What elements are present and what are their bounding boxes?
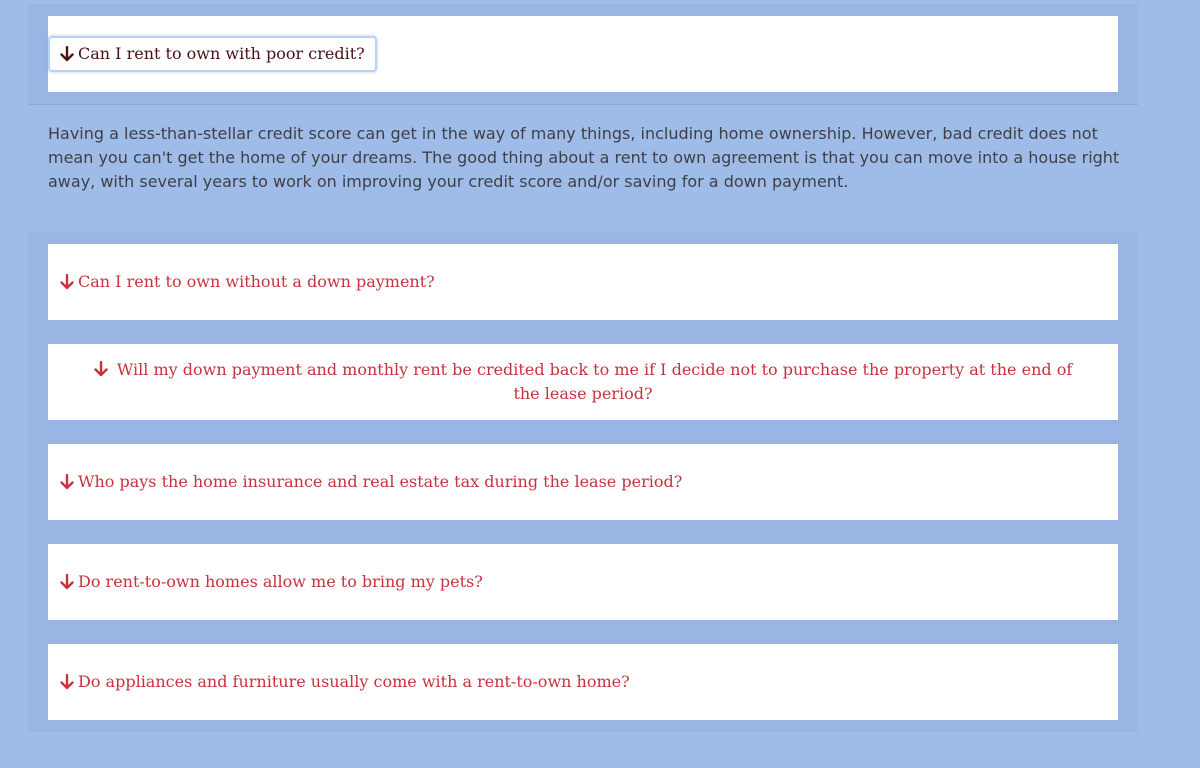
faq-collapsed-group: Can I rent to own without a down payment… xyxy=(28,232,1138,732)
faq-question-toggle-down-payment[interactable]: Can I rent to own without a down payment… xyxy=(60,270,435,294)
faq-question-card: Will my down payment and monthly rent be… xyxy=(48,344,1118,420)
arrow-down-icon xyxy=(60,574,74,590)
faq-question-toggle-credit[interactable]: Can I rent to own with poor credit? xyxy=(48,36,377,72)
faq-question-label: Who pays the home insurance and real est… xyxy=(78,472,683,491)
faq-open-group: Can I rent to own with poor credit? xyxy=(28,4,1138,105)
faq-question-label: Can I rent to own without a down payment… xyxy=(78,272,435,291)
faq-question-toggle-appliances[interactable]: Do appliances and furniture usually come… xyxy=(60,670,630,694)
faq-question-card: Do rent-to-own homes allow me to bring m… xyxy=(48,544,1118,620)
faq-question-toggle-pets[interactable]: Do rent-to-own homes allow me to bring m… xyxy=(60,570,483,594)
faq-question-label: Can I rent to own with poor credit? xyxy=(78,44,365,63)
faq-question-label: Do rent-to-own homes allow me to bring m… xyxy=(78,572,483,591)
arrow-down-icon xyxy=(60,274,74,290)
faq-question-label: Will my down payment and monthly rent be… xyxy=(116,360,1073,403)
arrow-down-icon xyxy=(60,46,74,62)
arrow-down-icon xyxy=(60,474,74,490)
faq-question-toggle-insurance-tax[interactable]: Who pays the home insurance and real est… xyxy=(60,470,682,494)
faq-question-card: Can I rent to own without a down payment… xyxy=(48,244,1118,320)
faq-question-card: Who pays the home insurance and real est… xyxy=(48,444,1118,520)
arrow-down-icon xyxy=(60,674,74,690)
arrow-down-icon xyxy=(94,361,108,377)
faq-question-label: Do appliances and furniture usually come… xyxy=(78,672,630,691)
faq-question-card: Do appliances and furniture usually come… xyxy=(48,644,1118,720)
faq-answer-text: Having a less-than-stellar credit score … xyxy=(48,124,1120,191)
faq-question-toggle-credited-back[interactable]: Will my down payment and monthly rent be… xyxy=(83,358,1083,406)
faq-question-card: Can I rent to own with poor credit? xyxy=(48,16,1118,92)
